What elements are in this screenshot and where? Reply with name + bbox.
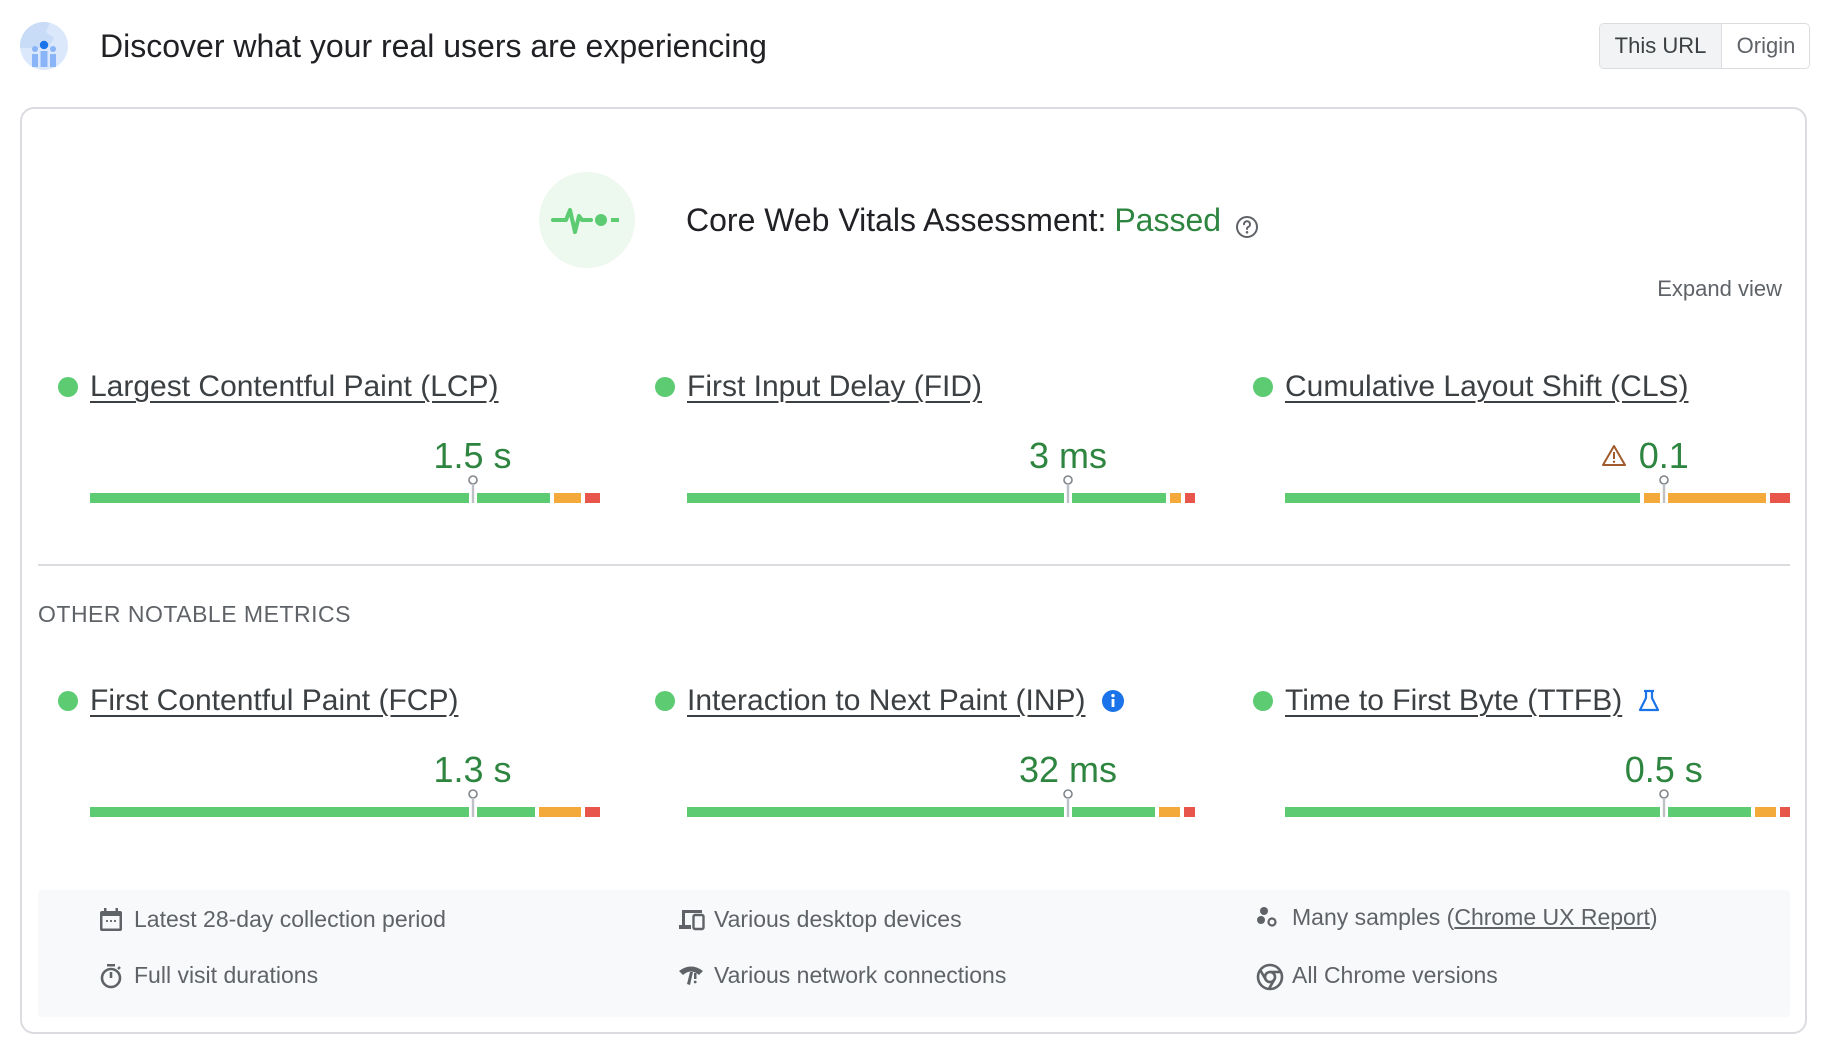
footer-item-visit-durations: Full visit durations <box>98 962 318 989</box>
other-metrics-heading: OTHER NOTABLE METRICS <box>38 601 351 627</box>
metric-value: 0.5 s <box>1624 749 1703 790</box>
rating-dot <box>1253 691 1273 711</box>
network-icon <box>678 963 704 989</box>
rating-dot <box>58 377 78 397</box>
assessment-label: Core Web Vitals Assessment: <box>686 202 1107 238</box>
metric-value: 32 ms <box>1018 749 1118 790</box>
bar-segment-good <box>687 807 1155 817</box>
percentile-marker <box>467 789 479 819</box>
chrome-ux-report-link[interactable]: Chrome UX Report <box>1454 904 1650 930</box>
crux-users-icon <box>20 22 68 70</box>
bar-segment-needs-improvement <box>539 807 581 817</box>
bar-segment-poor <box>1185 493 1195 503</box>
calendar-icon <box>98 907 124 933</box>
metric-value: 3 ms <box>1028 435 1107 476</box>
devices-icon <box>678 907 705 933</box>
metric-title-link[interactable]: Interaction to Next Paint (INP) <box>687 683 1086 719</box>
info-icon[interactable] <box>1100 688 1126 714</box>
bar-segment-poor <box>1184 807 1195 817</box>
metric-value-wrap: 32 ms <box>1019 750 1117 790</box>
percentile-marker <box>1062 475 1074 505</box>
footer-item-samples: Many samples (Chrome UX Report) <box>1256 904 1658 931</box>
rating-dot <box>655 691 675 711</box>
section-divider <box>38 564 1790 566</box>
metric-value-wrap: 1.3 s <box>433 750 511 790</box>
metric-title-row: First Contentful Paint (FCP) <box>90 683 458 719</box>
metric-value-wrap: 0.5 s <box>1625 750 1703 790</box>
toggle-this-url[interactable]: This URL <box>1600 24 1722 68</box>
bar-segment-poor <box>1770 493 1790 503</box>
percentile-marker <box>1658 789 1670 819</box>
percentile-marker <box>1658 475 1670 505</box>
expand-view-link[interactable]: Expand view <box>1657 276 1782 302</box>
metric-title-row: First Input Delay (FID) <box>687 369 982 405</box>
metric-title-row: Largest Contentful Paint (LCP) <box>90 369 499 405</box>
footer-text: Various desktop devices <box>714 906 962 932</box>
metric-value-wrap: 3 ms <box>1029 436 1107 476</box>
metric-title-link[interactable]: Cumulative Layout Shift (CLS) <box>1285 369 1689 405</box>
samples-text: Many samples ( <box>1292 904 1455 930</box>
vitals-pulse-icon <box>539 172 635 268</box>
chrome-icon <box>1256 963 1284 991</box>
metric-value: 1.5 s <box>433 435 512 476</box>
bar-segment-needs-improvement <box>1170 493 1181 503</box>
bar-segment-poor <box>585 493 600 503</box>
bar-segment-needs-improvement <box>554 493 581 503</box>
metric-value: 0.1 <box>1638 435 1689 476</box>
help-circle-icon[interactable] <box>1235 208 1259 238</box>
experimental-flask-icon[interactable] <box>1636 688 1662 714</box>
metric-title-row: Cumulative Layout Shift (CLS) <box>1285 369 1689 405</box>
samples-icon <box>1256 905 1282 931</box>
stopwatch-icon <box>98 963 124 989</box>
bar-segment-needs-improvement <box>1159 807 1180 817</box>
metric-title-row: Interaction to Next Paint (INP) <box>687 683 1126 719</box>
bar-segment-poor <box>585 807 600 817</box>
metric-title-link[interactable]: First Input Delay (FID) <box>687 369 982 405</box>
footer-text: Full visit durations <box>134 962 319 988</box>
metric-value-wrap: 1.5 s <box>433 436 511 476</box>
page-title: Discover what your real users are experi… <box>100 28 767 64</box>
warning-triangle-icon <box>1601 443 1627 469</box>
footer-text: Latest 28-day collection period <box>134 906 446 932</box>
scope-toggle[interactable]: This URL Origin <box>1599 23 1810 69</box>
footer-item-collection-period: Latest 28-day collection period <box>98 906 446 933</box>
footer-item-devices: Various desktop devices <box>678 906 962 933</box>
metric-title-link[interactable]: Largest Contentful Paint (LCP) <box>90 369 499 405</box>
footer-text: All Chrome versions <box>1292 962 1498 988</box>
metric-title-row: Time to First Byte (TTFB) <box>1285 683 1662 719</box>
footer-item-network: Various network connections <box>678 962 1006 989</box>
samples-text-end: ) <box>1649 904 1658 930</box>
percentile-marker <box>1062 789 1074 819</box>
assessment-heading: Core Web Vitals Assessment: Passed <box>686 200 1259 240</box>
bar-segment-good <box>1285 807 1751 817</box>
footer-text: Many samples (Chrome UX Report) <box>1292 904 1658 931</box>
metric-value: 1.3 s <box>433 749 512 790</box>
assessment-status: Passed <box>1114 202 1222 238</box>
footer-text: Various network connections <box>714 962 1007 988</box>
bar-segment-good <box>1285 493 1640 503</box>
toggle-origin[interactable]: Origin <box>1722 24 1809 68</box>
metric-title-link[interactable]: First Contentful Paint (FCP) <box>90 683 458 719</box>
metric-value-wrap: 0.1 <box>1601 436 1689 476</box>
percentile-marker <box>467 475 479 505</box>
bar-segment-good <box>687 493 1166 503</box>
rating-dot <box>655 377 675 397</box>
bar-segment-good <box>90 493 550 503</box>
bar-segment-needs-improvement <box>1755 807 1776 817</box>
metric-title-link[interactable]: Time to First Byte (TTFB) <box>1285 683 1622 719</box>
rating-dot <box>58 691 78 711</box>
rating-dot <box>1253 377 1273 397</box>
bar-segment-poor <box>1780 807 1790 817</box>
footer-item-chrome-versions: All Chrome versions <box>1256 962 1498 991</box>
